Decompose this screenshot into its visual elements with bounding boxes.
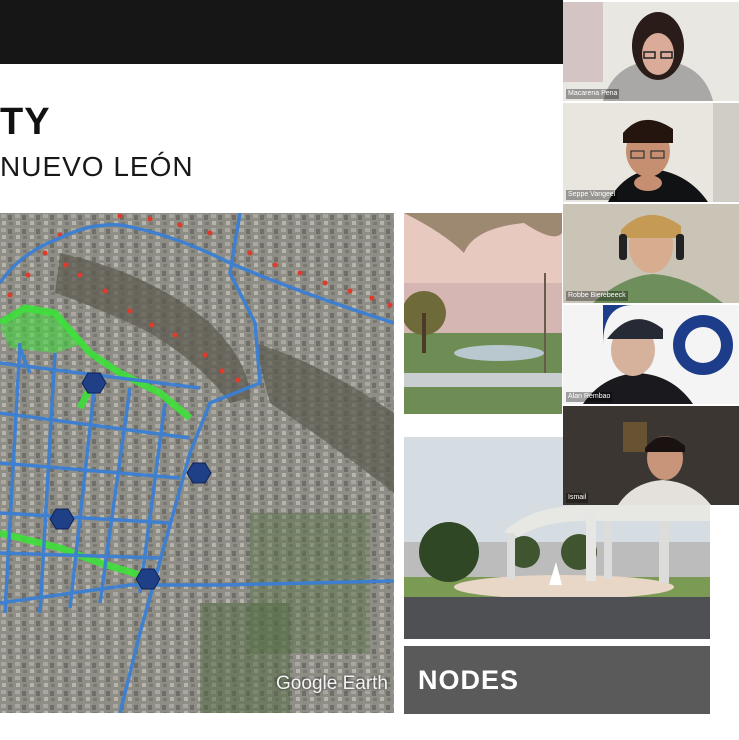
participant-name: Robbe Bierebeeck [566, 291, 628, 301]
nodes-label: NODES [404, 646, 710, 714]
participant-name: Macarena Pena [566, 89, 620, 99]
participant-name: Ismail [566, 493, 589, 503]
participant-tile[interactable]: Alan Rembao [563, 305, 739, 404]
slide-header-bar [0, 0, 563, 64]
google-earth-credit: Google Earth [276, 673, 388, 694]
participant-tile[interactable]: Seppe Vangeel [563, 103, 739, 202]
participant-tile[interactable]: Ismail [563, 406, 739, 505]
slide-subtitle: NUEVO LEÓN [0, 151, 194, 182]
participant-tile[interactable]: Robbe Bierebeeck [563, 204, 739, 303]
park-photo [404, 213, 562, 414]
map-graphic [0, 213, 394, 713]
presentation-slide: TY NUEVO LEÓN Google Earth NODES [0, 0, 710, 740]
participant-name: Alan Rembao [566, 392, 613, 402]
slide-title: TY [0, 101, 51, 143]
satellite-map: Google Earth [0, 213, 394, 713]
participant-tile[interactable]: Macarena Pena [563, 2, 739, 101]
participant-name: Seppe Vangeel [566, 190, 618, 200]
participant-gallery: Macarena Pena Seppe Vangeel Robbe Biereb… [563, 0, 739, 505]
